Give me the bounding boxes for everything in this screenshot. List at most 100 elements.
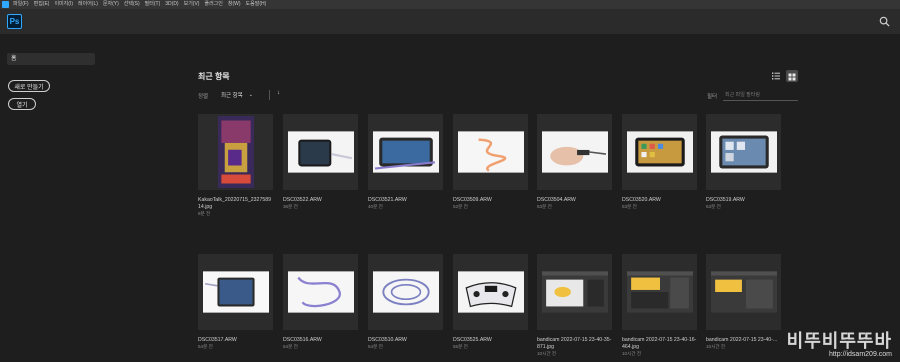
file-name: DSC03519.ARW	[706, 197, 745, 203]
menu-view[interactable]: 보기(V)	[184, 0, 200, 9]
divider	[269, 90, 270, 100]
file-modified-time: 54분 전	[198, 344, 213, 349]
menu-bar: 파일(F) 편집(E) 이미지(I) 레이어(L) 문자(Y) 선택(S) 필터…	[0, 0, 900, 9]
menu-layer[interactable]: 레이어(L)	[78, 0, 98, 9]
file-modified-time: 53분 전	[622, 204, 637, 209]
thumbnail-image	[457, 131, 524, 173]
menu-edit[interactable]: 편집(E)	[34, 0, 50, 9]
file-card[interactable]: DSC03525.ARW 55분 전	[453, 254, 528, 350]
file-card[interactable]: DSC03516.ARW 54분 전	[283, 254, 358, 350]
thumbnail-image	[217, 116, 254, 188]
file-name: bandicam 2022-07-15 23-40-16-464.jpg	[622, 337, 697, 350]
file-thumbnail[interactable]	[622, 254, 697, 330]
file-name: DSC03516.ARW	[283, 337, 322, 343]
file-thumbnail[interactable]	[368, 254, 443, 330]
app-header: Ps	[0, 9, 900, 34]
sidebar: 홈 새로 만들기 열기	[0, 34, 110, 362]
menu-3d[interactable]: 3D(D)	[165, 0, 178, 9]
file-thumbnail[interactable]	[283, 114, 358, 190]
file-thumbnail[interactable]	[198, 254, 273, 330]
file-name: DSC03509.ARW	[453, 197, 492, 203]
file-modified-time: 53분 전	[706, 204, 721, 209]
file-name: DSC03517.ARW	[198, 337, 237, 343]
file-card[interactable]: DSC03520.ARW 53분 전	[622, 114, 697, 210]
file-card[interactable]: KakaoTalk_20220715_232758914.jpg 8분 전	[198, 114, 273, 217]
file-name: DSC03520.ARW	[622, 197, 661, 203]
file-thumbnail[interactable]	[453, 254, 528, 330]
file-modified-time: 53분 전	[537, 204, 552, 209]
thumbnail-image	[287, 131, 354, 173]
thumbnail-image	[710, 271, 777, 313]
file-modified-time: 10시간 전	[706, 344, 726, 349]
sidebar-item-home[interactable]: 홈	[7, 53, 95, 65]
file-card[interactable]: DSC03504.ARW 53분 전	[537, 114, 612, 210]
file-name: DSC03510.ARW	[368, 337, 407, 343]
file-thumbnail[interactable]	[622, 114, 697, 190]
file-name: bandicam 2022-07-15 23-40-...	[706, 337, 778, 343]
file-card[interactable]: DSC03510.ARW 54분 전	[368, 254, 443, 350]
menu-file[interactable]: 파일(F)	[13, 0, 29, 9]
thumbnail-image	[541, 131, 608, 173]
filter-input[interactable]	[723, 89, 798, 101]
app-icon	[2, 1, 9, 8]
file-card[interactable]: DSC03519.ARW 53분 전	[706, 114, 781, 210]
file-card[interactable]: bandicam 2022-07-15 23-40-... 10시간 전	[706, 254, 781, 350]
file-thumbnail[interactable]	[453, 114, 528, 190]
thumbnail-image	[287, 271, 354, 313]
grid-view-button[interactable]	[786, 70, 798, 82]
file-thumbnail[interactable]	[706, 114, 781, 190]
menu-window[interactable]: 창(W)	[228, 0, 241, 9]
file-card[interactable]: DSC03521.ARW 40분 전	[368, 114, 443, 210]
sort-dropdown[interactable]: 최근 항목 ⌄	[221, 90, 263, 100]
sort-label: 정렬	[198, 94, 209, 100]
watermark: 비뚜비뚜뚜바 http://idsam209.com	[787, 327, 892, 358]
thumbnail-image	[541, 271, 608, 313]
file-name: DSC03504.ARW	[537, 197, 576, 203]
file-thumbnail[interactable]	[283, 254, 358, 330]
menu-select[interactable]: 선택(S)	[124, 0, 140, 9]
watermark-title: 비뚜비뚜뚜바	[786, 331, 892, 351]
grid-view-icon	[788, 73, 796, 81]
file-modified-time: 10시간 전	[537, 351, 557, 356]
thumbnail-image	[372, 131, 439, 173]
menu-type[interactable]: 문자(Y)	[103, 0, 119, 9]
sort-direction-button[interactable]: ↓	[277, 90, 280, 96]
thumbnail-image	[457, 271, 524, 313]
thumbnail-image	[710, 131, 777, 173]
file-modified-time: 10시간 전	[622, 351, 642, 356]
file-modified-time: 8분 전	[198, 211, 211, 216]
file-thumbnail[interactable]	[537, 114, 612, 190]
menu-image[interactable]: 이미지(I)	[54, 0, 73, 9]
file-card[interactable]: DSC03517.ARW 54분 전	[198, 254, 273, 350]
file-name: KakaoTalk_20220715_232758914.jpg	[198, 197, 271, 210]
photoshop-logo[interactable]: Ps	[7, 14, 22, 29]
file-modified-time: 54분 전	[368, 344, 383, 349]
thumbnail-image	[372, 271, 439, 313]
file-modified-time: 54분 전	[283, 344, 298, 349]
file-card[interactable]: bandicam 2022-07-15 23-40-35-871.jpg 10시간…	[537, 254, 612, 357]
file-thumbnail[interactable]	[368, 114, 443, 190]
list-view-icon[interactable]	[770, 70, 782, 82]
chevron-down-icon: ⌄	[248, 92, 253, 98]
filter-label: 필터	[707, 94, 718, 100]
menu-filter[interactable]: 필터(T)	[145, 0, 161, 9]
page-title: 최근 항목	[198, 72, 230, 81]
sort-value: 최근 항목	[221, 93, 243, 99]
file-card[interactable]: DSC03509.ARW 52분 전	[453, 114, 528, 210]
file-thumbnail[interactable]	[706, 254, 781, 330]
open-button[interactable]: 열기	[8, 98, 36, 110]
file-card[interactable]: bandicam 2022-07-15 23-40-16-464.jpg 10시간…	[622, 254, 697, 357]
file-name: bandicam 2022-07-15 23-40-35-871.jpg	[537, 337, 612, 350]
search-icon[interactable]	[879, 16, 890, 27]
file-modified-time: 40분 전	[368, 204, 383, 209]
new-file-button[interactable]: 새로 만들기	[8, 80, 50, 92]
file-modified-time: 36분 전	[283, 204, 298, 209]
file-modified-time: 55분 전	[453, 344, 468, 349]
menu-help[interactable]: 도움말(H)	[246, 0, 267, 9]
file-card[interactable]: DSC03522.ARW 36분 전	[283, 114, 358, 210]
file-thumbnail[interactable]	[537, 254, 612, 330]
file-thumbnail[interactable]	[198, 114, 273, 190]
thumbnail-image	[626, 271, 693, 313]
file-name: DSC03525.ARW	[453, 337, 492, 343]
menu-plugins[interactable]: 플러그인	[204, 0, 222, 9]
